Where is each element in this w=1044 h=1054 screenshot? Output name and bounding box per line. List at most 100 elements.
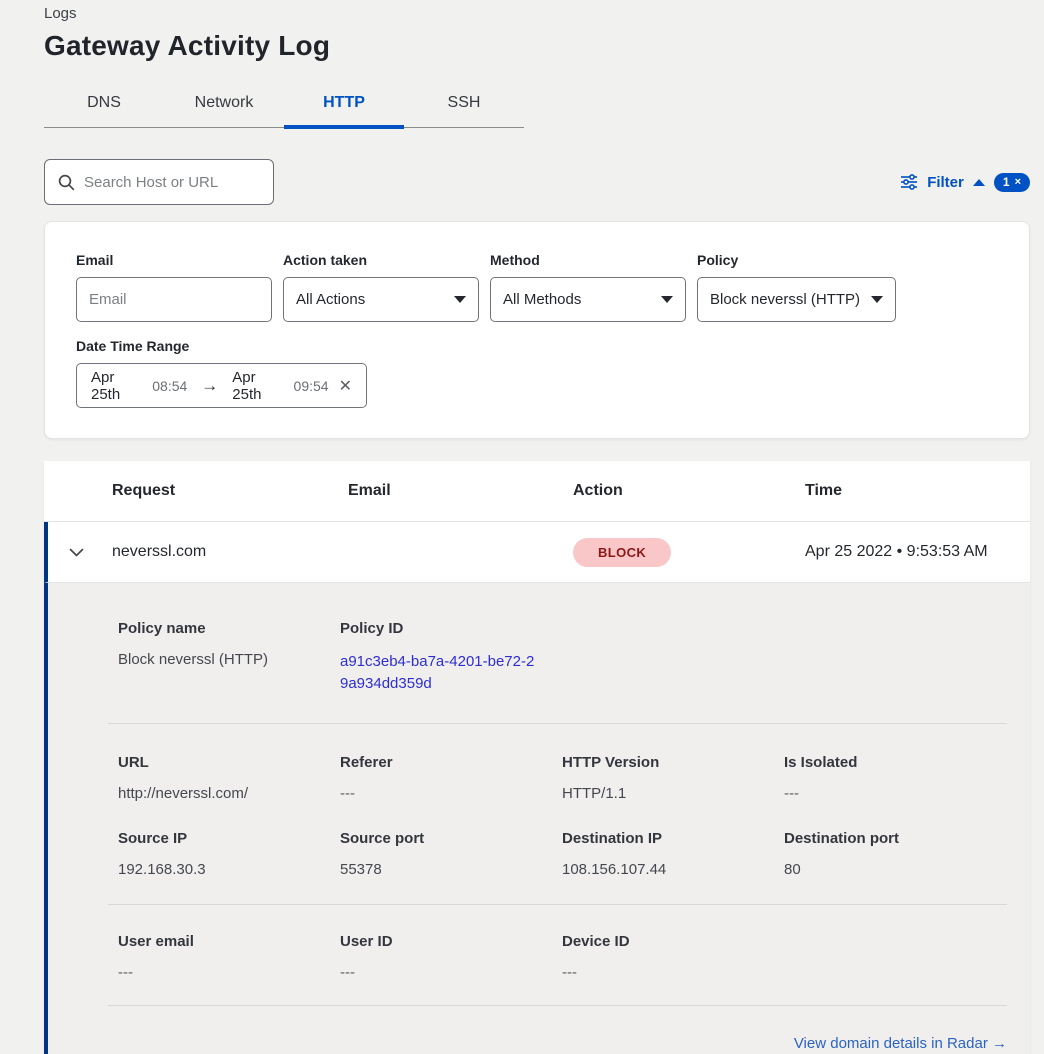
policy-name-value: Block neverssl (HTTP): [118, 651, 340, 668]
destination-port-item: Destination port 80: [784, 830, 1006, 878]
range-end-date[interactable]: Apr 25th: [232, 369, 283, 403]
search-input[interactable]: [84, 174, 260, 191]
block-status-badge: BLOCK: [573, 538, 671, 567]
url-value: http://neverssl.com/: [118, 785, 340, 802]
user-id-value: ---: [340, 964, 562, 981]
device-id-item: Device ID ---: [562, 933, 784, 981]
gateway-activity-page: Logs Gateway Activity Log DNS Network HT…: [0, 0, 1044, 1054]
filter-toggle-button[interactable]: Filter: [927, 174, 964, 191]
action-taken-value: All Actions: [296, 291, 365, 308]
view-in-radar-link[interactable]: View domain details in Radar →: [794, 1035, 1007, 1052]
user-email-value: ---: [118, 964, 340, 981]
range-start-date[interactable]: Apr 25th: [91, 369, 142, 403]
range-start-time[interactable]: 08:54: [152, 378, 187, 394]
log-type-tabs: DNS Network HTTP SSH: [44, 84, 524, 128]
date-range-picker[interactable]: Apr 25th 08:54 → Apr 25th 09:54 ✕: [76, 363, 367, 408]
log-table: Request Email Action Time neverssl.com B…: [44, 461, 1030, 1054]
clear-date-range-icon[interactable]: ✕: [339, 376, 352, 396]
date-time-range-label: Date Time Range: [76, 338, 367, 354]
column-header-action: Action: [573, 482, 805, 500]
row-expander[interactable]: [48, 548, 112, 557]
user-id-item: User ID ---: [340, 933, 562, 981]
destination-ip-value: 108.156.107.44: [562, 861, 784, 878]
is-isolated-item: Is Isolated ---: [784, 754, 1006, 802]
user-section: User email --- User ID --- Device ID ---: [108, 905, 1007, 1005]
referer-value: ---: [340, 785, 562, 802]
breadcrumb[interactable]: Logs: [44, 0, 1030, 22]
tab-dns[interactable]: DNS: [44, 84, 164, 127]
column-header-email: Email: [348, 482, 573, 500]
filter-panel: Email Action taken All Actions Method Al…: [44, 221, 1030, 439]
policy-name-label: Policy name: [118, 620, 340, 637]
row-time: Apr 25 2022 • 9:53:53 AM: [805, 543, 1030, 561]
filter-sliders-icon: [900, 174, 918, 190]
chevron-down-icon: [871, 296, 883, 303]
method-label: Method: [490, 252, 686, 268]
range-arrow-icon: →: [197, 376, 222, 396]
device-id-value: ---: [562, 964, 784, 981]
table-row[interactable]: neverssl.com BLOCK Apr 25 2022 • 9:53:53…: [44, 522, 1030, 583]
policy-select[interactable]: Block neverssl (HTTP): [697, 277, 896, 322]
destination-ip-item: Destination IP 108.156.107.44: [562, 830, 784, 878]
filter-row-1: Email Action taken All Actions Method Al…: [76, 252, 998, 322]
source-ip-label: Source IP: [118, 830, 340, 847]
source-port-value: 55378: [340, 861, 562, 878]
toolbar: Filter 1 ×: [44, 159, 1030, 205]
source-port-label: Source port: [340, 830, 562, 847]
filter-count: 1: [1003, 175, 1010, 189]
date-time-range-field: Date Time Range Apr 25th 08:54 → Apr 25t…: [76, 338, 367, 408]
device-id-label: Device ID: [562, 933, 784, 950]
method-value: All Methods: [503, 291, 581, 308]
destination-port-value: 80: [784, 861, 1006, 878]
is-isolated-value: ---: [784, 785, 1006, 802]
details-footer: View domain details in Radar →: [108, 1006, 1007, 1054]
source-ip-value: 192.168.30.3: [118, 861, 340, 878]
email-filter-control: [76, 277, 272, 322]
action-taken-label: Action taken: [283, 252, 479, 268]
source-port-item: Source port 55378: [340, 830, 562, 878]
url-section: URL http://neverssl.com/ Referer --- HTT…: [108, 724, 1007, 802]
email-filter-field: Email: [76, 252, 272, 322]
email-filter-input[interactable]: [89, 291, 259, 308]
referer-item: Referer ---: [340, 754, 562, 802]
tab-http[interactable]: HTTP: [284, 84, 404, 127]
row-request: neverssl.com: [112, 543, 348, 561]
tab-ssh[interactable]: SSH: [404, 84, 524, 127]
url-label: URL: [118, 754, 340, 771]
destination-port-label: Destination port: [784, 830, 1006, 847]
policy-id-item: Policy ID a91c3eb4-ba7a-4201-be72-29a934…: [340, 620, 1007, 695]
row-action: BLOCK: [573, 538, 805, 567]
policy-name-item: Policy name Block neverssl (HTTP): [118, 620, 340, 695]
action-taken-select[interactable]: All Actions: [283, 277, 479, 322]
referer-label: Referer: [340, 754, 562, 771]
http-version-label: HTTP Version: [562, 754, 784, 771]
filter-row-2: Date Time Range Apr 25th 08:54 → Apr 25t…: [76, 338, 998, 408]
clear-filters-icon[interactable]: ×: [1015, 176, 1021, 188]
search-box[interactable]: [44, 159, 274, 205]
policy-id-link[interactable]: a91c3eb4-ba7a-4201-be72-29a934dd359d: [340, 651, 536, 695]
search-icon: [58, 174, 75, 191]
tab-network[interactable]: Network: [164, 84, 284, 127]
destination-ip-label: Destination IP: [562, 830, 784, 847]
network-section: Source IP 192.168.30.3 Source port 55378…: [108, 802, 1007, 904]
filter-area: Filter 1 ×: [900, 173, 1030, 192]
email-filter-label: Email: [76, 252, 272, 268]
chevron-down-icon: [454, 296, 466, 303]
filter-count-badge[interactable]: 1 ×: [994, 173, 1030, 192]
http-version-item: HTTP Version HTTP/1.1: [562, 754, 784, 802]
policy-field: Policy Block neverssl (HTTP): [697, 252, 896, 322]
url-item: URL http://neverssl.com/: [118, 754, 340, 802]
page-title: Gateway Activity Log: [44, 30, 1030, 62]
range-end-time[interactable]: 09:54: [294, 378, 329, 394]
table-header-row: Request Email Action Time: [44, 461, 1030, 522]
method-field: Method All Methods: [490, 252, 686, 322]
chevron-up-icon[interactable]: [973, 179, 985, 186]
user-email-item: User email ---: [118, 933, 340, 981]
chevron-down-icon: [69, 548, 84, 557]
row-details-panel: Policy name Block neverssl (HTTP) Policy…: [44, 583, 1030, 1054]
policy-value: Block neverssl (HTTP): [710, 291, 860, 308]
policy-label: Policy: [697, 252, 896, 268]
method-select[interactable]: All Methods: [490, 277, 686, 322]
user-id-label: User ID: [340, 933, 562, 950]
http-version-value: HTTP/1.1: [562, 785, 784, 802]
